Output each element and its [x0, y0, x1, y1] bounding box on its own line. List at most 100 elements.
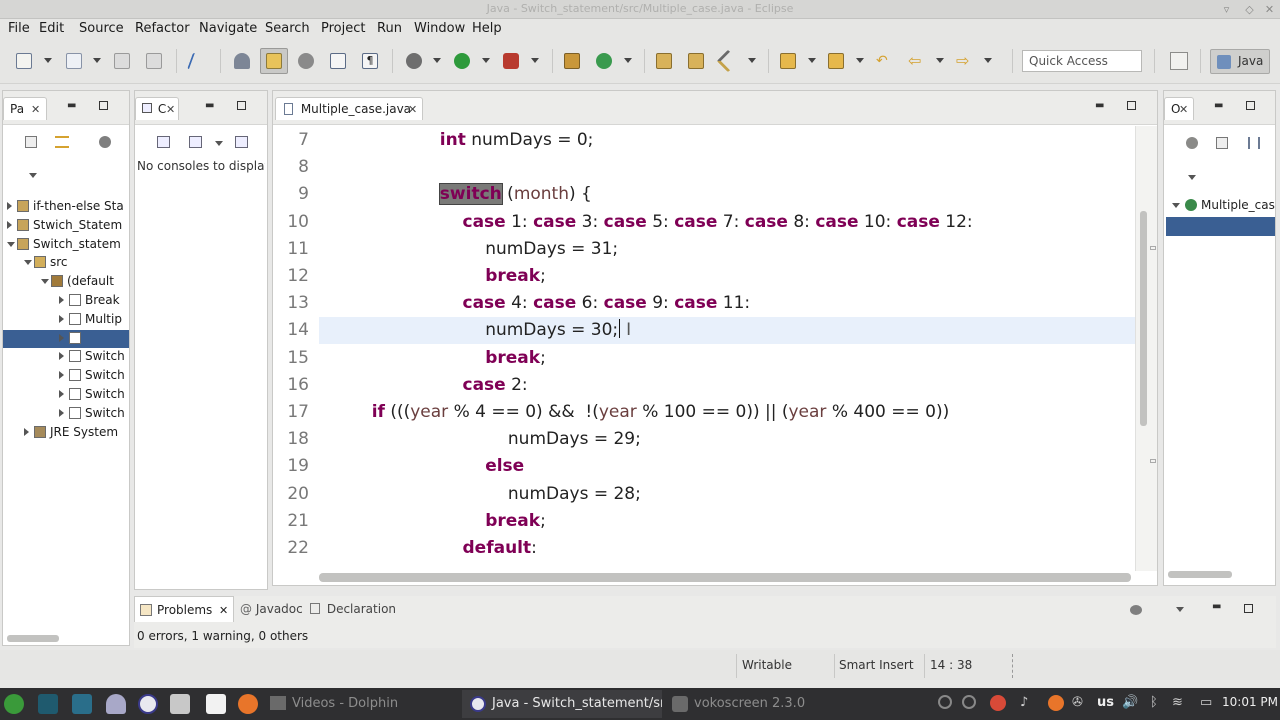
- close-icon[interactable]: ✕: [31, 103, 40, 116]
- document-icon[interactable]: [206, 694, 226, 714]
- java-perspective-button[interactable]: Java: [1210, 49, 1270, 74]
- code-line[interactable]: 19 else: [273, 453, 1135, 480]
- back-icon[interactable]: ⇦: [908, 53, 924, 69]
- expand-icon[interactable]: [1172, 203, 1180, 208]
- maximize-icon[interactable]: [1127, 101, 1136, 110]
- collapsed-arrow-icon[interactable]: [59, 314, 64, 323]
- code-line[interactable]: 21 break;: [273, 508, 1135, 535]
- code-line[interactable]: 18 numDays = 29;: [273, 426, 1135, 453]
- collapse-all-icon[interactable]: [25, 136, 37, 148]
- tab-outline[interactable]: O ✕: [1164, 97, 1194, 120]
- tab-problems[interactable]: Problems ✕: [134, 596, 234, 622]
- editor-horizontal-scrollbar[interactable]: [319, 573, 1131, 582]
- new-file-icon[interactable]: [16, 53, 32, 69]
- menu-window[interactable]: Window: [414, 21, 465, 36]
- warning-marker[interactable]: [1150, 246, 1156, 250]
- taskbar-window-dolphin[interactable]: Videos - Dolphin: [262, 690, 406, 718]
- outline-class-item[interactable]: Multiple_cas: [1201, 198, 1275, 212]
- view-menu-dropdown-icon[interactable]: [1176, 607, 1184, 612]
- scrollbar-thumb[interactable]: [1140, 211, 1147, 426]
- display-console-icon[interactable]: [189, 136, 202, 148]
- new-class-icon[interactable]: [596, 53, 612, 69]
- code-line[interactable]: 22 default:: [273, 535, 1135, 562]
- tree-item[interactable]: if-then-else Sta: [3, 198, 129, 216]
- minimize-window-button[interactable]: ▿: [1220, 3, 1233, 16]
- close-icon[interactable]: ✕: [219, 604, 228, 617]
- code-line[interactable]: 11 numDays = 31;: [273, 236, 1135, 263]
- tree-item[interactable]: Switch: [3, 405, 129, 423]
- tab-multiple-case-java[interactable]: Multiple_case.java ✕: [275, 97, 423, 120]
- minimize-icon[interactable]: ▬: [1214, 101, 1224, 111]
- minimize-icon[interactable]: ▬: [1095, 101, 1105, 111]
- minimize-icon[interactable]: ▬: [205, 101, 215, 111]
- view-menu-dropdown-icon[interactable]: [29, 173, 37, 178]
- pin-console-icon[interactable]: [235, 136, 248, 148]
- forward-icon[interactable]: ⇨: [956, 53, 972, 69]
- close-icon[interactable]: ✕: [166, 103, 175, 116]
- show-whitespace-icon[interactable]: [330, 53, 346, 69]
- tree-item[interactable]: Switch_statem: [3, 236, 129, 254]
- view-menu-icon[interactable]: [99, 136, 111, 148]
- view-menu-dropdown-icon[interactable]: [1188, 175, 1196, 180]
- tree-item[interactable]: Switch: [3, 386, 129, 404]
- collapsed-arrow-icon[interactable]: [24, 427, 29, 436]
- file-manager-icon[interactable]: [72, 694, 92, 714]
- code-line[interactable]: 17 if (((year % 4 == 0) && !(year % 100 =…: [273, 399, 1135, 426]
- menu-help[interactable]: Help: [472, 21, 502, 36]
- menu-refactor[interactable]: Refactor: [135, 21, 190, 36]
- annotation-icon[interactable]: [298, 53, 314, 69]
- debug-icon[interactable]: [406, 53, 422, 69]
- tab-package-explorer[interactable]: Pa ✕: [3, 97, 47, 120]
- maximize-icon[interactable]: [1244, 604, 1253, 613]
- eclipse-icon[interactable]: [138, 694, 158, 714]
- last-edit-location-icon[interactable]: ↶: [876, 53, 892, 69]
- menu-search[interactable]: Search: [265, 21, 310, 36]
- skip-breakpoints-icon[interactable]: [187, 53, 209, 69]
- forward-dropdown-icon[interactable]: [984, 58, 992, 63]
- editor-vertical-scrollbar[interactable]: [1135, 126, 1157, 571]
- sort-icon[interactable]: [1248, 137, 1260, 149]
- code-editor-area[interactable]: 7 int numDays = 0; 8 9 switch (month) {10 cas…: [273, 126, 1135, 571]
- horizontal-scrollbar[interactable]: [1168, 571, 1232, 578]
- save-icon[interactable]: [114, 53, 130, 69]
- quick-access-input[interactable]: Quick Access: [1022, 50, 1142, 72]
- tree-item[interactable]: Stwich_Statem: [3, 217, 129, 235]
- tree-item[interactable]: Multip: [3, 311, 129, 329]
- tree-item[interactable]: Switch: [3, 367, 129, 385]
- new-dropdown-icon[interactable]: [44, 58, 52, 63]
- search-dropdown-icon[interactable]: [748, 58, 756, 63]
- open-console-icon[interactable]: [157, 136, 170, 148]
- previous-annotation-dropdown-icon[interactable]: [856, 58, 864, 63]
- hide-fields-icon[interactable]: [1186, 137, 1198, 149]
- debug-dropdown-icon[interactable]: [433, 58, 441, 63]
- maximize-icon[interactable]: [237, 101, 246, 110]
- minimize-icon[interactable]: ▬: [1212, 602, 1222, 612]
- menu-project[interactable]: Project: [321, 21, 365, 36]
- tree-item[interactable]: [3, 329, 129, 348]
- menu-source[interactable]: Source: [79, 21, 124, 36]
- display-console-dropdown-icon[interactable]: [215, 141, 223, 146]
- code-line[interactable]: 12 break;: [273, 263, 1135, 290]
- clock[interactable]: 10:01 PM: [1222, 695, 1278, 709]
- rocket-icon[interactable]: [106, 694, 126, 714]
- next-annotation-dropdown-icon[interactable]: [808, 58, 816, 63]
- view-menu-icon[interactable]: [1130, 605, 1142, 615]
- search-icon[interactable]: [716, 49, 740, 73]
- previous-annotation-icon[interactable]: [828, 53, 844, 69]
- taskbar-window-vokoscreen[interactable]: vokoscreen 2.3.0: [664, 690, 813, 718]
- tab-console[interactable]: C ✕: [135, 97, 179, 120]
- pin-icon[interactable]: [234, 53, 250, 69]
- close-window-button[interactable]: ✕: [1263, 3, 1276, 16]
- tree-item[interactable]: JRE System: [3, 424, 129, 442]
- firefox-tray-icon[interactable]: [1048, 695, 1064, 711]
- intellij-icon[interactable]: [170, 694, 190, 714]
- collapsed-arrow-icon[interactable]: [7, 202, 12, 210]
- expanded-arrow-icon[interactable]: [24, 260, 32, 266]
- maximize-icon[interactable]: [99, 101, 108, 110]
- external-tools-icon[interactable]: [503, 53, 519, 69]
- code-line[interactable]: 8: [273, 154, 1135, 181]
- menu-file[interactable]: File: [8, 21, 30, 36]
- back-dropdown-icon[interactable]: [936, 58, 944, 63]
- overview-marker[interactable]: [1150, 459, 1156, 463]
- terminal-icon[interactable]: [38, 694, 58, 714]
